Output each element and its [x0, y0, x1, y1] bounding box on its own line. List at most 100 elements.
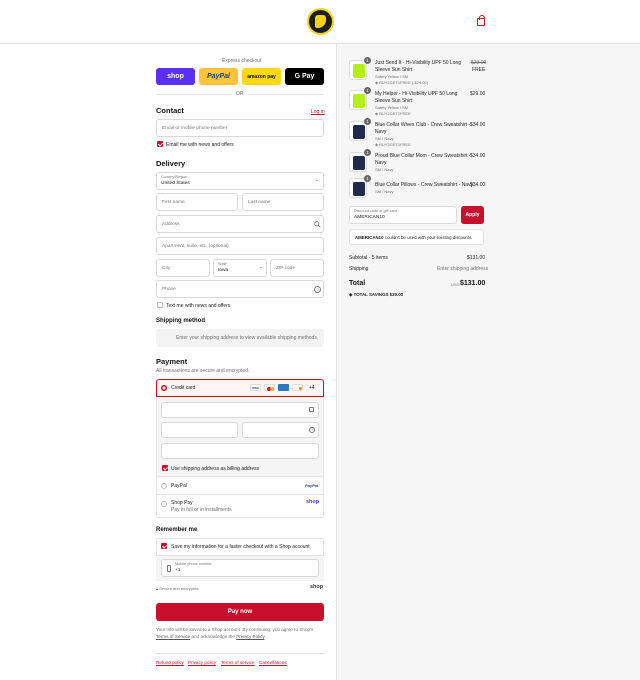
amex-icon [278, 384, 289, 391]
delivery-title: Delivery [156, 159, 186, 168]
discount-code-input[interactable]: Discount code or gift card AMERICAN10 [349, 206, 457, 224]
quantity-badge: 1 [364, 118, 371, 125]
chevron-down-icon: ⌄ [259, 265, 264, 270]
terms-of-service-link[interactable]: Terms of Service [156, 634, 190, 639]
chevron-down-icon: ⌄ [315, 178, 320, 183]
shop-logo: shop [310, 584, 324, 590]
subtotal-label: Subtotal · 5 items [349, 255, 388, 261]
payment-title: Payment [156, 357, 188, 366]
store-logo[interactable] [307, 8, 334, 35]
secure-label: 🔒︎ Secure and encrypted [156, 586, 199, 591]
quantity-badge: 1 [364, 175, 371, 182]
text-offers-label: Text me with news and offers [166, 303, 231, 309]
shop-pay-button[interactable]: shop [156, 68, 195, 85]
apply-button[interactable]: Apply [461, 206, 484, 224]
item-variant: Safety Yellow / SM [375, 74, 409, 79]
consent-text: Your info will be saved to a Shop accoun… [156, 627, 314, 639]
item-variant: Safety Yellow / SM [375, 105, 409, 110]
privacy-policy-footer-link[interactable]: Privacy policy [188, 660, 216, 665]
shipping-label: Shipping [349, 266, 369, 272]
cart-item: 1 [349, 149, 371, 172]
expiration-input[interactable] [161, 422, 238, 438]
phone-icon [167, 565, 171, 572]
zip-input[interactable]: ZIP code [270, 259, 324, 277]
item-price: $34.00 [470, 182, 486, 188]
item-price: $29.00 [470, 91, 486, 97]
item-price: $34.00 [470, 153, 486, 159]
last-name-input[interactable]: Last name [242, 193, 324, 211]
shipping-method-title: Shipping method [156, 318, 205, 324]
billing-address-checkbox[interactable] [162, 465, 168, 471]
more-cards-count: +4 [309, 385, 315, 391]
credit-card-radio[interactable] [161, 385, 167, 391]
google-pay-button[interactable]: G Pay [285, 68, 324, 85]
item-original-price: $29.00 [471, 60, 487, 66]
shipping-value: Enter shipping address [437, 266, 489, 272]
apartment-input[interactable]: Apartment, suite, etc. (optional) [156, 237, 324, 255]
mobile-phone-input[interactable]: Mobile phone number +1 [161, 559, 319, 577]
save-info-checkbox[interactable] [161, 543, 167, 549]
shopping-bag-icon[interactable] [477, 15, 485, 26]
refund-policy-link[interactable]: Refund policy [156, 660, 184, 665]
news-checkbox[interactable] [157, 141, 163, 147]
item-variant: SM / Navy [375, 136, 394, 141]
item-name: My Helper - Hi-Visibility UPF 50 Long [375, 91, 458, 97]
card-number-input[interactable] [161, 402, 319, 418]
shop-pay-radio[interactable] [161, 501, 167, 507]
paypal-logo: PayPal [305, 483, 319, 488]
quantity-badge: 1 [364, 57, 371, 64]
paypal-button[interactable]: PayPal [199, 68, 238, 85]
mastercard-icon [264, 384, 275, 391]
discover-icon [292, 384, 303, 391]
country-select[interactable]: Country/Region United States ⌄ [156, 172, 324, 190]
name-on-card-input[interactable] [161, 443, 319, 459]
divider [248, 94, 324, 95]
item-name-line2: Navy [375, 160, 387, 166]
cart-item: 1 [349, 118, 371, 141]
total-value: $131.00 [460, 280, 486, 287]
phone-input[interactable]: Phone ? [156, 280, 324, 298]
subtotal-value: $131.00 [467, 255, 486, 261]
item-name: Proud Blue Collar Mom - Crew Sweatshirt … [375, 153, 471, 159]
shipping-method-note: Enter your shipping address to view avai… [176, 335, 319, 341]
help-icon[interactable]: ? [309, 427, 315, 433]
item-name: Blue Collar Wives Club - Crew Sweatshirt… [375, 122, 471, 128]
or-separator: OR [236, 91, 244, 97]
total-label: Total [349, 280, 366, 287]
discount-error-text: AMERICAN10 couldn't be used with your ex… [355, 235, 473, 240]
contact-title: Contact [156, 106, 184, 115]
terms-of-service-footer-link[interactable]: Terms of service [221, 660, 254, 665]
item-name: Just Send It - Hi-Visibility UPF 50 Long [375, 60, 462, 66]
item-discount: ◈ BUY2GET1FREE [375, 111, 411, 116]
email-input[interactable]: Email or mobile phone number [156, 119, 324, 137]
cancellations-link[interactable]: Cancellations [259, 660, 287, 665]
lock-icon [309, 407, 314, 412]
address-input[interactable]: Address [156, 215, 324, 233]
help-icon[interactable]: ? [314, 286, 321, 293]
total-savings: ◈ TOTAL SAVINGS $29.00 [349, 292, 404, 297]
cart-item: 1 [349, 87, 371, 110]
first-name-input[interactable]: First name [156, 193, 238, 211]
item-variant: SM / Navy [375, 167, 394, 172]
shop-pay-subtitle: Pay in full or in installments [171, 507, 232, 513]
pay-now-button[interactable]: Pay now [156, 603, 324, 621]
security-code-input[interactable]: ? [242, 422, 319, 438]
login-link[interactable]: Log in [311, 109, 325, 115]
city-input[interactable]: City [156, 259, 210, 277]
item-price: $34.00 [470, 122, 486, 128]
paypal-label: PayPal [171, 483, 187, 489]
state-select[interactable]: State Iowa ⌄ [213, 259, 267, 277]
item-name-line2: Navy [375, 129, 387, 135]
visa-icon: VISA [250, 384, 261, 391]
privacy-policy-link[interactable]: Privacy Policy [236, 634, 264, 639]
shop-pay-label: Shop Pay [171, 500, 193, 506]
text-offers-checkbox[interactable] [157, 302, 163, 308]
news-label: Email me with news and offers [166, 142, 234, 148]
payment-subtitle: All transactions are secure and encrypte… [156, 368, 250, 374]
save-info-label: Save my information for a faster checkou… [171, 544, 310, 550]
currency-label: USD [451, 282, 460, 287]
paypal-radio[interactable] [161, 483, 167, 489]
item-variant: SM / Navy [375, 189, 394, 194]
item-name-line2: Sleeve Sun Shirt [375, 98, 413, 104]
amazon-pay-button[interactable]: amazon pay [242, 68, 281, 85]
